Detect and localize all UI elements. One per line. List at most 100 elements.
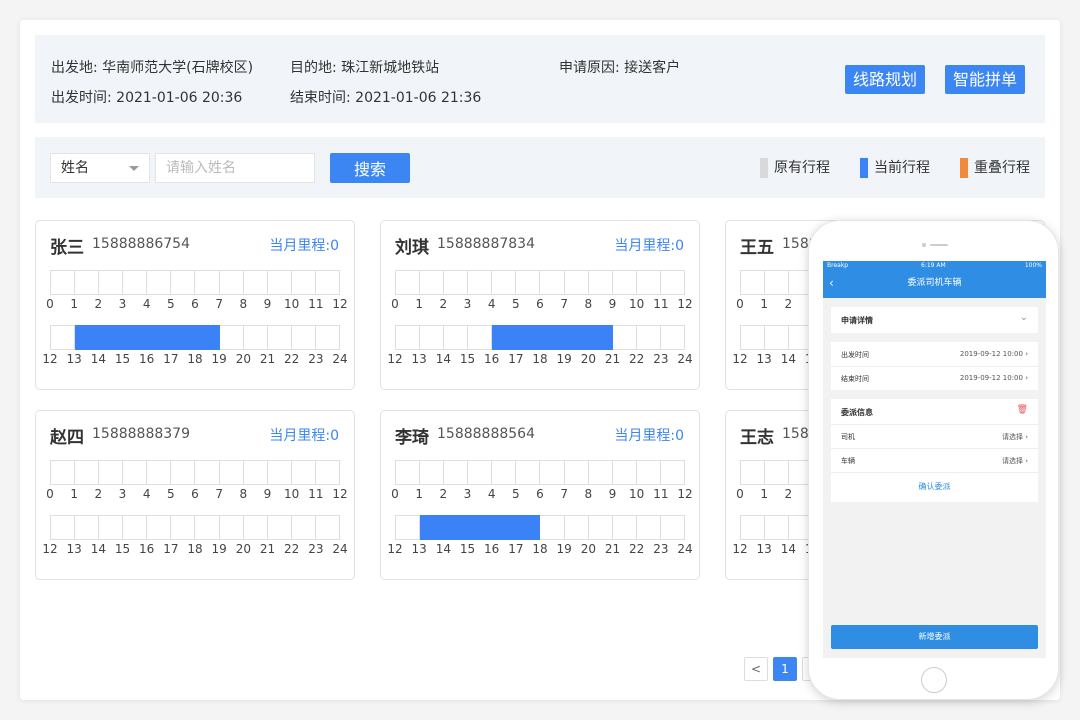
hour-tick-label: 20 <box>580 542 596 556</box>
chevron-right-icon: › <box>1025 374 1028 382</box>
hour-tick-label: 10 <box>629 487 645 501</box>
hour-ticks-pm: 12 13 14 15 16 17 18 19 20 21 22 23 24 <box>387 542 692 556</box>
hour-slot <box>75 325 100 350</box>
hour-slot <box>588 460 613 485</box>
details-section[interactable]: 申请详情 ⌄ <box>831 307 1038 333</box>
confirm-assign-link[interactable]: 确认委派 <box>831 481 1038 492</box>
speaker-slot <box>930 244 948 246</box>
hour-tick-label: 18 <box>532 542 548 556</box>
smart-carpool-button[interactable]: 智能拼单 <box>945 65 1026 94</box>
hour-tick-label: 21 <box>259 542 276 556</box>
search-button[interactable]: 搜索 <box>330 153 410 183</box>
mobile-preview: Breakp 6:19 AM 100% ‹ 委派司机车辆 申请详情 ⌄ 出发时间… <box>808 220 1059 700</box>
hour-tick-label: 3 <box>118 297 127 311</box>
hour-slot <box>395 515 421 540</box>
end-time-value: 2019-09-12 10:00 › <box>959 374 1028 382</box>
driver-card[interactable]: 张三 15888886754 当月里程:0 0 1 2 3 4 5 6 7 8 9 10 11 12 12 13 1… <box>35 220 355 390</box>
hour-slot <box>147 325 172 350</box>
hour-slot <box>420 515 445 540</box>
hour-tick-label: 15 <box>114 352 131 366</box>
hour-tick-label: 16 <box>484 542 500 556</box>
status-carrier: Breakp <box>827 262 849 269</box>
hour-slot <box>588 515 613 540</box>
driver-card[interactable]: 赵四 15888888379 当月里程:0 0 1 2 3 4 5 6 7 8 9 10 11 12 12 13 1… <box>35 410 355 580</box>
hour-slot <box>564 515 589 540</box>
hour-tick-label: 4 <box>487 297 496 311</box>
hour-slot <box>612 270 637 295</box>
hour-tick-label: 13 <box>411 542 427 556</box>
hour-slot <box>636 325 661 350</box>
hour-tick-label: 17 <box>163 352 179 366</box>
status-battery: 100% <box>1024 262 1042 269</box>
driver-phone: 15888887834 <box>437 236 535 252</box>
hour-tick-label: 17 <box>508 352 524 366</box>
hour-tick-label: 12 <box>42 542 58 556</box>
driver-phone: 15888886754 <box>92 236 190 252</box>
hour-tick-label: 19 <box>211 352 227 366</box>
hour-slot <box>740 325 766 350</box>
timeline-am <box>50 460 340 485</box>
hour-tick-label: 19 <box>556 542 572 556</box>
hour-tick-label: 20 <box>580 352 596 366</box>
hour-tick-label: 0 <box>736 297 744 311</box>
start-time-row[interactable]: 出发时间 2019-09-12 10:00 › <box>841 350 1028 360</box>
hour-tick-label: 13 <box>411 352 427 366</box>
chevron-left-icon[interactable]: ‹ <box>829 270 834 296</box>
driver-card[interactable]: 李琦 15888888564 当月里程:0 0 1 2 3 4 5 6 7 8 9 10 11 12 12 13 1… <box>380 410 700 580</box>
field-select[interactable]: 姓名 <box>50 153 150 183</box>
hour-tick-label: 2 <box>439 487 448 501</box>
hour-tick-label: 18 <box>187 542 203 556</box>
hour-slot <box>99 270 124 295</box>
trash-icon[interactable]: 🗑 <box>1017 405 1028 415</box>
hour-ticks-am: 0123456789101112 <box>46 487 347 501</box>
hour-slot <box>444 515 469 540</box>
hour-slot <box>660 515 685 540</box>
hour-slot <box>612 325 637 350</box>
legend-swatch-overlap <box>960 158 968 178</box>
divider <box>831 366 1038 367</box>
start-time-text: 出发时间: 2021-01-06 20:36 <box>51 90 243 106</box>
hour-ticks-am: 0123456789101112 <box>391 297 692 311</box>
hour-tick-label: 1 <box>415 297 423 311</box>
hour-slot <box>540 270 565 295</box>
driver-card[interactable]: 刘琪 15888887834 当月里程:0 0 1 2 3 4 5 6 7 8 9 10 11 12 12 13 1… <box>380 220 700 390</box>
hour-tick-label: 15 <box>459 542 476 556</box>
timeline-pm <box>395 325 685 350</box>
name-search-input[interactable] <box>155 153 315 183</box>
hour-slot <box>195 270 220 295</box>
driver-row[interactable]: 司机 请选择 › <box>841 432 1028 442</box>
prev-page-button[interactable]: < <box>744 657 768 681</box>
hour-slot <box>564 270 589 295</box>
start-time-label: 出发时间 <box>841 351 869 359</box>
hour-tick-label: 14 <box>90 542 106 556</box>
timeline-pm <box>395 515 685 540</box>
hour-tick-label: 20 <box>235 352 251 366</box>
hour-slot <box>267 325 292 350</box>
driver-name: 李琦 <box>395 428 429 448</box>
hour-slot <box>267 270 292 295</box>
hour-slot <box>195 325 220 350</box>
add-assign-button[interactable]: 新增委派 <box>831 625 1038 649</box>
origin-text: 出发地: 华南师范大学(石牌校区) <box>51 60 254 76</box>
route-planning-button[interactable]: 线路规划 <box>845 65 926 94</box>
hour-tick-label: 13 <box>756 542 772 556</box>
legend-label-original: 原有行程 <box>774 160 830 176</box>
end-time-row[interactable]: 结束时间 2019-09-12 10:00 › <box>841 374 1028 384</box>
hour-tick-label: 2 <box>439 297 448 311</box>
hour-tick-label: 14 <box>90 352 106 366</box>
vehicle-row[interactable]: 车辆 请选择 › <box>841 456 1028 466</box>
hour-slot <box>420 325 445 350</box>
hour-tick-label: 23 <box>653 352 669 366</box>
legend-current: 当前行程 <box>860 158 930 178</box>
legend-swatch-current <box>860 158 868 178</box>
hour-tick-label: 0 <box>46 297 54 311</box>
hour-tick-label: 22 <box>284 542 300 556</box>
driver-name: 赵四 <box>50 428 84 448</box>
camera-dot <box>922 243 926 247</box>
page-1-button[interactable]: 1 <box>773 657 797 681</box>
hour-tick-label: 22 <box>284 352 300 366</box>
reason-text: 申请原因: 接送客户 <box>559 60 681 76</box>
home-button[interactable] <box>921 667 947 693</box>
hour-slot <box>516 515 541 540</box>
hour-tick-label: 11 <box>308 487 324 501</box>
